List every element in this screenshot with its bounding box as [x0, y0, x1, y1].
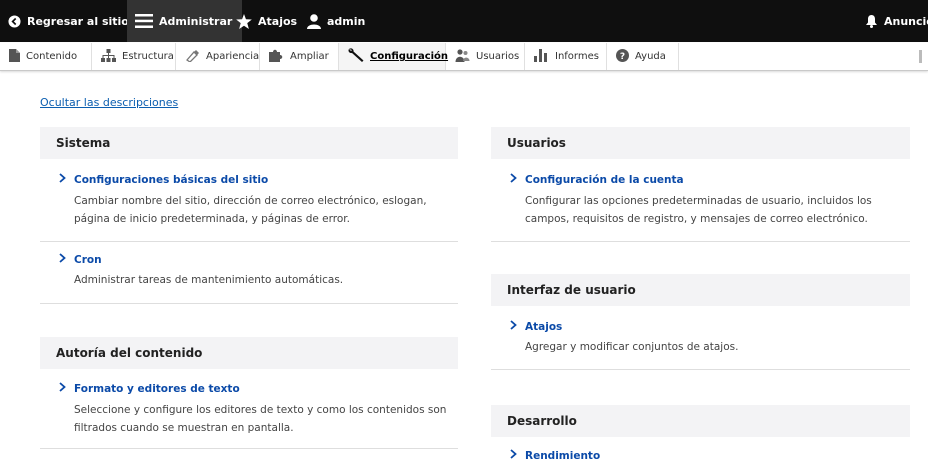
entry-link[interactable]: Configuraciones básicas del sitio — [59, 173, 268, 186]
entry-link[interactable]: Atajos — [510, 320, 562, 333]
tray-label: Configuración — [370, 51, 449, 62]
list-item: Atajos Agregar y modificar conjuntos de … — [491, 306, 910, 370]
user-menu-button[interactable]: admin — [307, 0, 365, 42]
entry-description: Configurar las opciones predeterminadas … — [525, 192, 872, 228]
entry-title: Formato y editores de texto — [74, 382, 240, 395]
user-label: admin — [327, 14, 366, 28]
list-item: Configuraciones básicas del sitio Cambia… — [40, 159, 458, 242]
bar-chart-icon — [534, 48, 555, 65]
entry-description: Agregar y modificar conjuntos de atajos. — [525, 338, 738, 356]
back-to-site-label: Regresar al sitio — [27, 14, 129, 28]
tray-label: Usuarios — [476, 51, 520, 62]
entry-link[interactable]: Formato y editores de texto — [59, 382, 240, 395]
announcements-label: Anuncios — [884, 14, 928, 28]
entry-desc-line: Cambiar nombre del sitio, dirección de c… — [74, 195, 427, 207]
panel-title: Sistema — [40, 127, 458, 159]
entry-title: Rendimiento — [525, 449, 601, 462]
tray-item-ayuda[interactable]: ? Ayuda — [607, 43, 679, 70]
users-icon — [455, 48, 476, 65]
help-circle-icon: ? — [616, 48, 635, 65]
entry-title: Cron — [74, 253, 102, 266]
announcements-button[interactable]: Anuncios — [866, 0, 928, 42]
entry-desc-line: Seleccione y configure los editores de t… — [74, 404, 447, 416]
entry-description: Seleccione y configure los editores de t… — [74, 401, 446, 437]
hide-descriptions-link[interactable]: Ocultar las descripciones — [40, 96, 178, 109]
chevron-right-icon — [510, 320, 517, 333]
tray-item-configuracion[interactable]: Configuración — [339, 43, 449, 70]
tray-label: Ampliar — [290, 51, 329, 62]
entry-desc-line: Agregar y modificar conjuntos de atajos. — [525, 341, 739, 353]
entry-description: Administrar tareas de mantenimiento auto… — [74, 271, 343, 289]
user-icon — [307, 13, 321, 29]
list-item: Formato y editores de texto Seleccione y… — [40, 369, 458, 449]
wrench-icon — [348, 48, 370, 65]
tray-item-informes[interactable]: Informes — [525, 43, 607, 70]
manage-menu-button[interactable]: Administrar — [127, 0, 243, 42]
hamburger-icon — [135, 14, 153, 28]
list-item: Rendimiento — [491, 437, 910, 464]
document-icon — [9, 48, 26, 65]
panel-autoria: Autoría del contenido Formato y editores… — [40, 337, 458, 449]
chevron-right-icon — [59, 382, 66, 395]
panel-interfaz: Interfaz de usuario Atajos Agregar y mod… — [491, 274, 910, 370]
tray-label: Informes — [555, 51, 599, 62]
puzzle-icon — [269, 49, 290, 65]
admin-toolbar: Regresar al sitio Administrar Atajos adm… — [0, 0, 928, 43]
entry-desc-line: Configurar las opciones predeterminadas … — [525, 195, 872, 207]
tray-label: Contenido — [26, 51, 78, 62]
entry-title: Configuración de la cuenta — [525, 173, 684, 186]
manage-label: Administrar — [159, 14, 233, 28]
tray-item-contenido[interactable]: Contenido — [0, 43, 92, 70]
entry-desc-line: filtrados cuando se muestran en pantalla… — [74, 422, 294, 434]
panel-desarrollo: Desarrollo Rendimiento — [491, 405, 910, 464]
tray-item-apariencia[interactable]: Apariencia — [176, 43, 260, 70]
chevron-right-icon — [59, 253, 66, 266]
sitemap-icon — [101, 48, 122, 65]
paint-brush-icon — [185, 49, 206, 65]
entry-link[interactable]: Rendimiento — [510, 449, 600, 462]
entry-description: Cambiar nombre del sitio, dirección de c… — [74, 192, 427, 228]
list-item: Configuración de la cuenta Configurar la… — [491, 159, 910, 242]
shortcuts-label: Atajos — [258, 14, 298, 28]
tray-item-usuarios[interactable]: Usuarios — [446, 43, 525, 70]
entry-link[interactable]: Configuración de la cuenta — [510, 173, 684, 186]
tray-orientation-toggle[interactable] — [919, 50, 922, 63]
list-item: Cron Administrar tareas de mantenimiento… — [40, 242, 458, 304]
panel-title: Interfaz de usuario — [491, 274, 910, 306]
entry-link[interactable]: Cron — [59, 253, 102, 266]
entry-desc-line: Administrar tareas de mantenimiento auto… — [74, 274, 344, 286]
panel-title: Desarrollo — [491, 405, 910, 437]
admin-tray: Contenido Estructura Apariencia Ampliar … — [0, 43, 928, 71]
entry-desc-line: campos, requisitos de registro, y mensaj… — [525, 213, 868, 225]
chevron-right-icon — [510, 173, 517, 186]
entry-title: Atajos — [525, 320, 563, 333]
panel-usuarios: Usuarios Configuración de la cuenta Conf… — [491, 127, 910, 242]
shortcuts-menu-button[interactable]: Atajos — [236, 0, 297, 42]
chevron-right-icon — [510, 449, 517, 462]
panel-sistema: Sistema Configuraciones básicas del siti… — [40, 127, 458, 304]
back-circle-icon — [8, 14, 21, 28]
panel-title: Autoría del contenido — [40, 337, 458, 369]
chevron-right-icon — [59, 173, 66, 186]
tray-item-estructura[interactable]: Estructura — [92, 43, 176, 70]
tray-label: Apariencia — [206, 51, 260, 62]
tray-item-ampliar[interactable]: Ampliar — [260, 43, 339, 70]
back-to-site-link[interactable]: Regresar al sitio — [8, 0, 129, 42]
svg-text:?: ? — [620, 52, 625, 62]
tray-label: Ayuda — [635, 51, 666, 62]
tray-label: Estructura — [122, 51, 174, 62]
entry-desc-line: página de inicio predeterminada, y págin… — [74, 213, 350, 225]
bell-icon — [866, 14, 877, 28]
entry-title: Configuraciones básicas del sitio — [74, 173, 269, 186]
panel-title: Usuarios — [491, 127, 910, 159]
star-icon — [236, 13, 252, 29]
